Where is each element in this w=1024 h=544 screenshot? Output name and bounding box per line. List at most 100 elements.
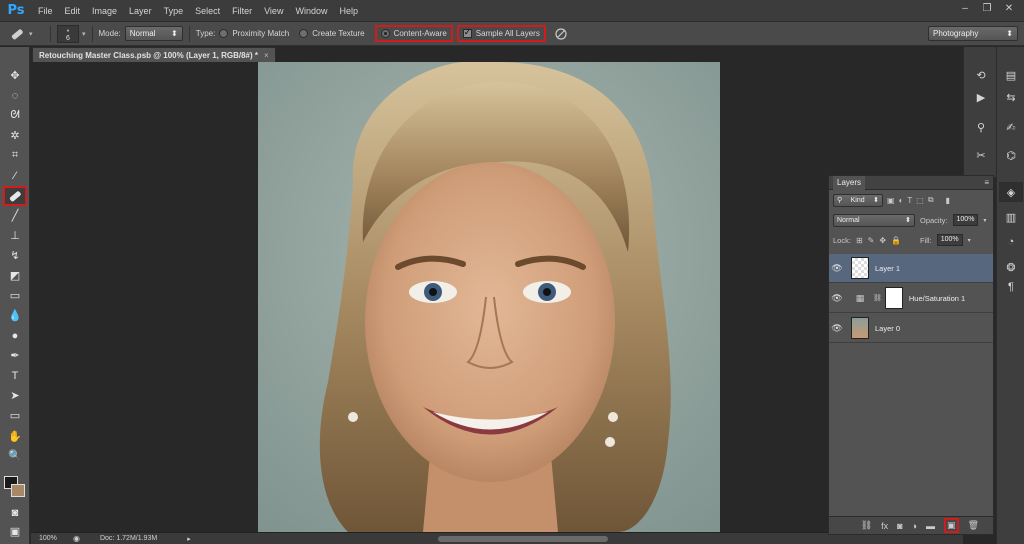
paragraph-icon[interactable]: ¶	[999, 277, 1023, 297]
brush-panel-icon[interactable]: ✍	[999, 117, 1023, 137]
menu-type[interactable]: Type	[158, 0, 190, 22]
clone-stamp-tool-icon[interactable]: ⊥	[3, 227, 27, 244]
status-icon[interactable]: ◉	[73, 534, 80, 543]
zoom-tool-icon[interactable]: 🔍	[3, 447, 27, 464]
menu-image[interactable]: Image	[86, 0, 123, 22]
menu-filter[interactable]: Filter	[226, 0, 258, 22]
magic-wand-tool-icon[interactable]: ✲	[3, 127, 27, 144]
lock-image-icon[interactable]: ✎	[868, 236, 875, 245]
visibility-eye-icon[interactable]: 👁	[829, 323, 845, 334]
history-brush-tool-icon[interactable]: ↯	[3, 247, 27, 264]
quick-mask-icon[interactable]: ◙	[3, 504, 27, 521]
actions-play-icon[interactable]: ▶	[969, 87, 993, 107]
layer-style-fx-icon[interactable]: fx	[881, 521, 888, 531]
document-tab[interactable]: Retouching Master Class.psb @ 100% (Laye…	[32, 47, 276, 62]
horizontal-scrollbar[interactable]	[438, 536, 608, 542]
lock-position-icon[interactable]: ✥	[879, 236, 886, 245]
menu-layer[interactable]: Layer	[123, 0, 158, 22]
tool-preset-picker[interactable]: ▾	[8, 24, 44, 44]
menu-file[interactable]: File	[32, 0, 59, 22]
eraser-tool-icon[interactable]: ◩	[3, 267, 27, 284]
screen-mode-icon[interactable]: ▣	[3, 523, 27, 540]
menu-view[interactable]: View	[258, 0, 289, 22]
mode-select[interactable]: Normal ⬍	[124, 26, 183, 41]
spot-healing-brush-tool[interactable]	[3, 186, 27, 206]
layer-mask-thumbnail[interactable]	[884, 287, 903, 309]
chevron-down-icon[interactable]: ▾	[983, 217, 986, 224]
gradient-tool-icon[interactable]: ▭	[3, 287, 27, 304]
blur-tool-icon[interactable]: 💧	[3, 307, 27, 324]
close-button[interactable]: ✕	[1000, 2, 1018, 16]
crop-tool-icon[interactable]: ⌗	[3, 147, 27, 164]
path-selection-tool-icon[interactable]: ➤	[3, 387, 27, 404]
clone-source-icon[interactable]: ⌬	[999, 145, 1023, 165]
visibility-eye-icon[interactable]: 👁	[829, 293, 845, 304]
lock-transparent-icon[interactable]: ⊞	[856, 236, 863, 245]
type-create-texture[interactable]: Create Texture	[299, 29, 365, 38]
sample-all-layers-checkbox[interactable]: Sample All Layers	[456, 25, 546, 42]
new-layer-icon[interactable]: ▣	[944, 518, 959, 533]
hand-tool-icon[interactable]: ✋	[3, 428, 27, 445]
navigator-icon[interactable]: ⇆	[999, 87, 1023, 107]
menu-edit[interactable]: Edit	[59, 0, 87, 22]
filter-shape-icon[interactable]: ⬚	[916, 196, 924, 205]
workspace-select[interactable]: Photography ⬍	[928, 26, 1018, 41]
rectangle-tool-icon[interactable]: ▭	[3, 407, 27, 424]
menu-window[interactable]: Window	[289, 0, 333, 22]
lasso-tool-icon[interactable]: ᘛ	[3, 107, 27, 124]
filter-pixel-icon[interactable]: ▣	[887, 196, 895, 205]
document-image[interactable]	[258, 62, 720, 532]
brush-tool-icon[interactable]: ╱	[3, 207, 27, 224]
new-group-icon[interactable]: ▬	[926, 521, 935, 531]
type-content-aware[interactable]: Content-Aware	[374, 25, 453, 42]
add-mask-icon[interactable]: ◙	[897, 521, 902, 531]
restore-button[interactable]: ❐	[978, 2, 996, 16]
opacity-input[interactable]: 100%	[952, 214, 979, 226]
filter-toggle-icon[interactable]: ▮	[946, 196, 950, 205]
filter-type-icon[interactable]: T	[907, 196, 912, 205]
eyedropper-tool-icon[interactable]: ⁄	[3, 167, 27, 184]
lock-all-icon[interactable]: 🔒	[891, 236, 901, 245]
menu-select[interactable]: Select	[189, 0, 226, 22]
brush-presets-icon[interactable]: ⚲	[969, 117, 993, 137]
tool-presets-icon[interactable]: ✂	[969, 145, 993, 165]
marquee-tool-icon[interactable]: ◌	[3, 87, 27, 104]
adjustments-icon[interactable]: ❂	[999, 257, 1023, 277]
history-icon[interactable]: ⟲	[969, 65, 993, 85]
close-tab-icon[interactable]: ×	[264, 51, 269, 60]
chevron-down-icon[interactable]: ▾	[968, 237, 971, 244]
canvas-area[interactable]	[31, 62, 963, 532]
layer-row[interactable]: 👁 Layer 0	[829, 314, 993, 343]
minimize-button[interactable]: –	[956, 2, 974, 16]
fill-input[interactable]: 100%	[936, 234, 963, 246]
status-menu-arrow-icon[interactable]: ▸	[187, 535, 191, 543]
chevron-down-icon[interactable]: ▾	[82, 30, 86, 38]
pressure-size-icon[interactable]	[554, 27, 568, 41]
background-color-swatch[interactable]	[11, 484, 25, 497]
blend-mode-select[interactable]: Normal ⬍	[833, 213, 915, 227]
delete-layer-icon[interactable]: 🗑	[968, 520, 979, 531]
menu-help[interactable]: Help	[333, 0, 364, 22]
filter-adjustment-icon[interactable]: ◐	[899, 196, 904, 205]
channels-icon[interactable]: ▥	[999, 207, 1023, 227]
layer-comps-icon[interactable]: ▤	[999, 65, 1023, 85]
type-proximity-match[interactable]: Proximity Match	[219, 29, 289, 38]
panel-menu-icon[interactable]: ≡	[984, 178, 989, 187]
link-layers-icon[interactable]: ⛓	[861, 520, 872, 531]
move-tool-icon[interactable]: ✥	[3, 67, 27, 84]
brush-size-picker[interactable]: ● 6	[57, 24, 79, 43]
layer-filter-select[interactable]: ⚲ Kind ⬍	[833, 193, 883, 207]
new-adjustment-layer-icon[interactable]: ◑	[912, 521, 917, 531]
menu-bar: Ps File Edit Image Layer Type Select Fil…	[0, 0, 1024, 22]
layer-row[interactable]: 👁 ▦ ⛓ Hue/Saturation 1	[829, 284, 993, 313]
dodge-tool-icon[interactable]: ●	[3, 327, 27, 344]
pen-tool-icon[interactable]: ✒	[3, 347, 27, 364]
type-tool-icon[interactable]: T	[3, 367, 27, 384]
visibility-eye-icon[interactable]: 👁	[829, 263, 845, 274]
zoom-level[interactable]: 100%	[39, 535, 67, 542]
filter-smart-object-icon[interactable]: ⧉	[928, 195, 934, 205]
paths-icon[interactable]: ◔	[999, 232, 1023, 252]
layers-tab[interactable]: Layers	[833, 175, 866, 190]
layer-row[interactable]: 👁 Layer 1	[829, 254, 993, 283]
layers-panel-icon[interactable]: ◈	[999, 182, 1023, 202]
